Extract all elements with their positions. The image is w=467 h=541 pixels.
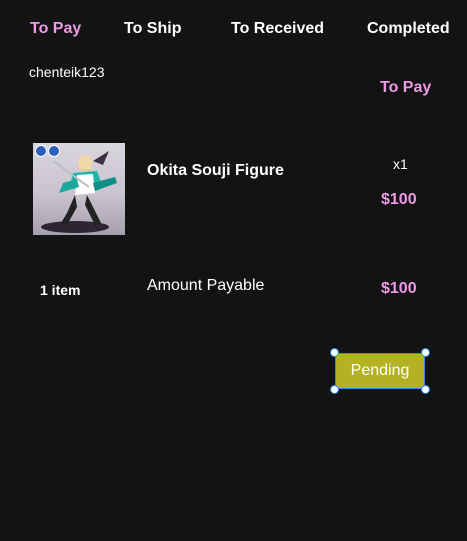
badge-icon bbox=[35, 145, 47, 157]
product-badges bbox=[35, 145, 60, 157]
resize-handle-bottom-left[interactable] bbox=[330, 385, 339, 394]
resize-handle-top-left[interactable] bbox=[330, 348, 339, 357]
resize-handle-bottom-right[interactable] bbox=[421, 385, 430, 394]
product-image[interactable] bbox=[33, 143, 125, 235]
product-price: $100 bbox=[381, 191, 417, 208]
amount-payable-label: Amount Payable bbox=[147, 277, 265, 294]
product-quantity: x1 bbox=[393, 156, 408, 172]
selection-outline bbox=[335, 353, 425, 389]
tab-to-ship[interactable]: To Ship bbox=[124, 20, 181, 38]
tab-to-received[interactable]: To Received bbox=[231, 20, 324, 38]
pending-button[interactable]: Pending bbox=[330, 348, 430, 394]
seller-username: chenteik123 bbox=[29, 64, 105, 80]
order-status-label: To Pay bbox=[380, 79, 432, 96]
amount-payable-value: $100 bbox=[381, 280, 417, 297]
resize-handle-top-right[interactable] bbox=[421, 348, 430, 357]
tab-completed[interactable]: Completed bbox=[367, 20, 450, 38]
badge-icon bbox=[48, 145, 60, 157]
item-count: 1 item bbox=[40, 282, 81, 298]
tab-to-pay[interactable]: To Pay bbox=[30, 20, 81, 38]
product-name[interactable]: Okita Souji Figure bbox=[147, 162, 284, 180]
